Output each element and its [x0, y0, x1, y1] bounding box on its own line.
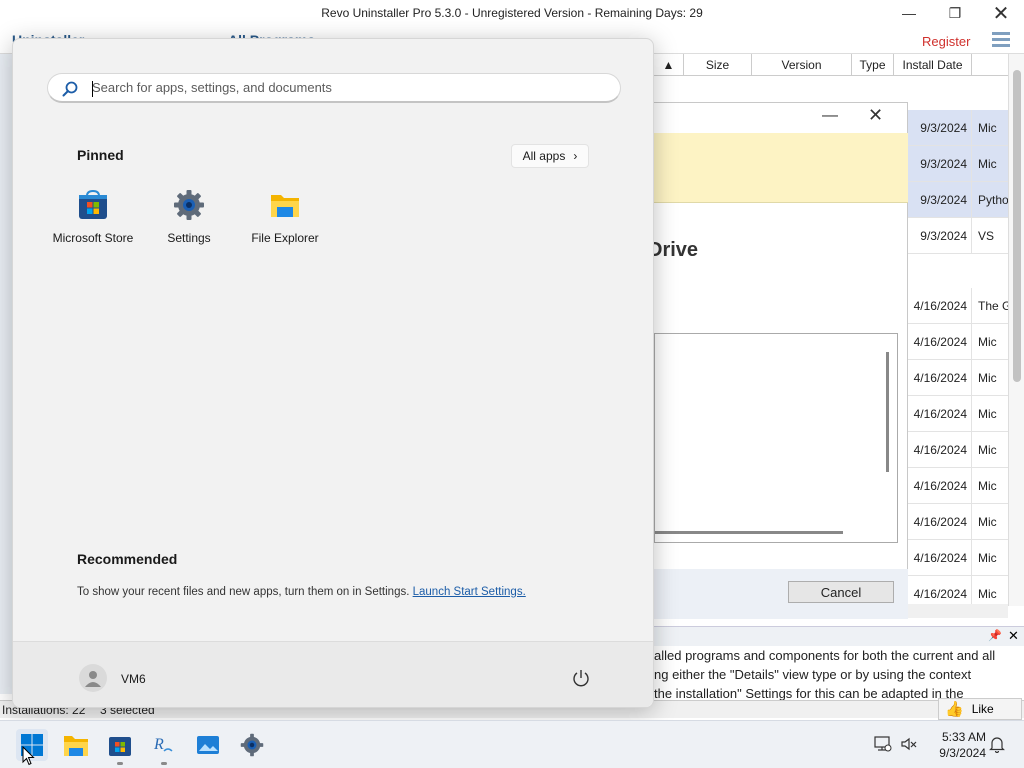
pinned-app-settings[interactable]: Settings: [141, 189, 237, 249]
chevron-right-icon: ›: [573, 149, 578, 163]
running-indicator: [117, 762, 123, 765]
thumbs-up-icon: 👍: [945, 701, 964, 718]
app-label: Settings: [167, 231, 211, 245]
table-row[interactable]: 4/16/2024 Mic: [908, 468, 1008, 504]
speaker-muted-icon[interactable]: [900, 735, 918, 753]
all-apps-label: All apps: [522, 149, 566, 163]
dialog-footer: Cancel: [654, 569, 908, 619]
like-button[interactable]: 👍 Like: [938, 698, 1022, 720]
taskbar-revo-uninstaller[interactable]: R: [148, 729, 180, 765]
vertical-scrollbar[interactable]: [1008, 54, 1024, 606]
dialog-heading: Drive: [648, 239, 699, 261]
clock-date: 9/3/2024: [939, 746, 986, 760]
search-icon: [62, 81, 78, 97]
taskbar-settings[interactable]: [236, 729, 268, 761]
column-version[interactable]: Version: [752, 54, 852, 76]
table-row[interactable]: 4/16/2024 Mic: [908, 324, 1008, 360]
microsoft-store-icon: [79, 189, 107, 219]
info-line: alled programs and components for both t…: [654, 648, 996, 663]
info-line: ng either the "Details" view type or by …: [654, 667, 972, 682]
folder-icon: [271, 195, 299, 217]
column-type[interactable]: Type: [852, 54, 894, 76]
revo-uninstaller-icon: R: [153, 736, 173, 753]
column-size[interactable]: Size: [684, 54, 752, 76]
dialog-banner: [654, 133, 908, 203]
minimize-button[interactable]: —: [886, 0, 932, 26]
file-explorer-icon: [64, 736, 88, 756]
table-row[interactable]: 4/16/2024 Mic: [908, 396, 1008, 432]
programs-grid: 9/3/2024 Mic 9/3/2024 Mic 9/3/2024 Pytho 9/…: [908, 76, 1008, 612]
restore-button[interactable]: ❐: [932, 0, 978, 26]
all-apps-button[interactable]: All apps ›: [511, 144, 589, 168]
app-label: File Explorer: [251, 231, 319, 245]
search-placeholder: Search for apps, settings, and documents: [92, 80, 332, 95]
search-input[interactable]: Search for apps, settings, and documents: [47, 73, 621, 103]
notification-bell-icon[interactable]: [988, 735, 1006, 753]
taskbar-microsoft-store[interactable]: [104, 729, 136, 765]
like-label: Like: [971, 702, 994, 716]
user-avatar-icon[interactable]: [79, 664, 107, 692]
pin-icon[interactable]: 📌: [988, 629, 1002, 642]
recommended-message: To show your recent files and new apps, …: [77, 586, 526, 598]
grid-header: ▲ Size Version Type Install Date: [654, 54, 1024, 76]
network-icon[interactable]: [874, 735, 892, 753]
table-row[interactable]: 4/16/2024 Mic: [908, 432, 1008, 468]
microsoft-store-icon: [109, 737, 131, 756]
register-link[interactable]: Register: [922, 34, 970, 49]
power-icon[interactable]: [571, 668, 591, 688]
table-row[interactable]: 9/3/2024 Pytho: [908, 182, 1008, 218]
svg-text:R: R: [153, 736, 164, 753]
table-row[interactable]: 9/3/2024 VS: [908, 218, 1008, 254]
recommended-text: To show your recent files and new apps, …: [77, 586, 410, 598]
start-menu: Search for apps, settings, and documents…: [12, 38, 654, 708]
user-name[interactable]: VM6: [121, 672, 146, 686]
sort-arrow-icon[interactable]: ▲: [654, 54, 684, 76]
close-button[interactable]: ✕: [978, 0, 1024, 26]
info-panel-header: 📌 ✕: [654, 626, 1024, 646]
system-clock[interactable]: 5:33 AM 9/3/2024: [926, 729, 986, 761]
scrollbar-thumb[interactable]: [1013, 70, 1021, 382]
taskbar-file-explorer[interactable]: [60, 729, 92, 761]
menu-icon[interactable]: [992, 32, 1010, 48]
table-row[interactable]: 4/16/2024 Mic: [908, 540, 1008, 576]
cancel-button[interactable]: Cancel: [788, 581, 894, 603]
start-footer: VM6: [13, 641, 653, 707]
pinned-app-microsoft-store[interactable]: Microsoft Store: [45, 189, 141, 249]
mouse-cursor-icon: [22, 746, 35, 766]
photos-icon: [197, 736, 219, 754]
dialog-close-button[interactable]: ✕: [868, 105, 883, 126]
dialog-log-box: [654, 333, 898, 543]
text-caret: [92, 81, 93, 97]
window-title: Revo Uninstaller Pro 5.3.0 - Unregistere…: [321, 6, 703, 20]
table-row[interactable]: 4/16/2024 Mic: [908, 360, 1008, 396]
pinned-heading: Pinned: [77, 147, 124, 163]
taskbar: R 5:33 AM 9/3/2024: [0, 720, 1024, 768]
revo-titlebar: Revo Uninstaller Pro 5.3.0 - Unregistere…: [0, 0, 1024, 26]
settings-gear-icon: [174, 190, 204, 220]
table-row[interactable]: 4/16/2024 Mic: [908, 504, 1008, 540]
table-row[interactable]: 9/3/2024 Mic: [908, 110, 1008, 146]
launch-start-settings-link[interactable]: Launch Start Settings.: [413, 586, 526, 598]
table-row[interactable]: 9/3/2024 Mic: [908, 146, 1008, 182]
pinned-app-file-explorer[interactable]: File Explorer: [237, 189, 333, 249]
dialog-minimize-button[interactable]: —: [822, 107, 838, 125]
settings-gear-icon: [240, 733, 264, 757]
table-row[interactable]: 4/16/2024 The G: [908, 288, 1008, 324]
recommended-heading: Recommended: [77, 551, 178, 567]
uninstall-dialog: — ✕ Drive Cancel: [648, 102, 908, 619]
running-indicator: [161, 762, 167, 765]
column-install-date[interactable]: Install Date: [894, 54, 972, 76]
app-label: Microsoft Store: [52, 231, 134, 245]
info-close-icon[interactable]: ✕: [1008, 628, 1019, 644]
taskbar-photos[interactable]: [192, 729, 224, 761]
clock-time: 5:33 AM: [941, 730, 986, 744]
